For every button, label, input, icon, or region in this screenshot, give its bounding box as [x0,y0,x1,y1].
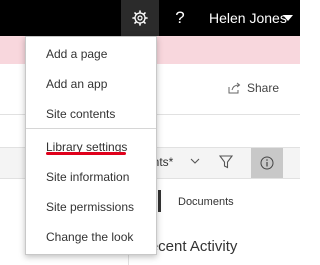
menu-item-site-information[interactable]: Site information [26,162,156,192]
help-button[interactable]: ? [170,0,190,36]
menu-item-site-contents[interactable]: Site contents [26,99,156,129]
documents-selected-indicator [158,190,161,212]
gear-icon [132,10,148,26]
settings-menu: Add a page Add an app Site contents Libr… [25,36,157,255]
menu-item-site-permissions[interactable]: Site permissions [26,192,156,222]
filter-icon[interactable] [219,155,233,169]
settings-button[interactable] [121,0,159,36]
highlight-underline [46,152,126,155]
info-icon [260,156,274,170]
menu-item-change-the-look[interactable]: Change the look [26,222,156,252]
menu-item-add-an-app[interactable]: Add an app [26,69,156,99]
share-button[interactable]: Share [228,78,279,98]
menu-item-add-a-page[interactable]: Add a page [26,39,156,69]
chevron-down-icon[interactable] [190,157,200,165]
user-name[interactable]: Helen Jones [209,0,287,36]
menu-separator [26,128,156,129]
info-button[interactable] [251,148,283,178]
menu-item-library-settings[interactable]: Library settings [26,132,156,162]
documents-link[interactable]: Documents [178,196,234,208]
share-label: Share [247,81,280,95]
share-icon [228,82,241,94]
suite-bar: ? Helen Jones [0,0,300,36]
caret-down-icon[interactable] [283,15,293,21]
